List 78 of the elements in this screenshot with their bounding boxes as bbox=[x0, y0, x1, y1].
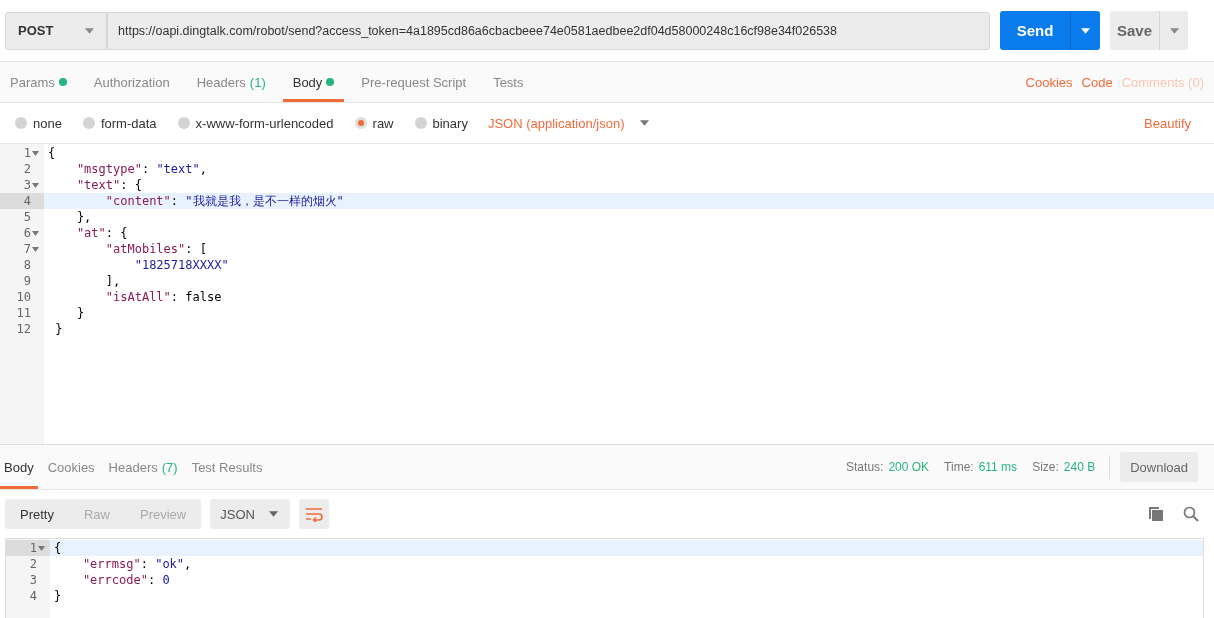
line-number: 2 bbox=[22, 161, 32, 177]
view-mode-tab[interactable]: Pretty bbox=[5, 499, 69, 529]
code-line: "errcode": 0 bbox=[81, 572, 171, 588]
line-number: 1 bbox=[6, 540, 50, 556]
body-type-radio[interactable]: x-www-form-urlencoded bbox=[177, 115, 334, 131]
line-number: 1 bbox=[0, 145, 44, 161]
response-tab[interactable]: Body bbox=[0, 445, 38, 489]
request-tab[interactable]: Authorization bbox=[83, 62, 180, 102]
code-line: } bbox=[54, 321, 64, 337]
caret-icon bbox=[1169, 27, 1179, 34]
code-line: "msgtype": "text", bbox=[75, 161, 208, 177]
url-field[interactable]: https://oapi.dingtalk.com/robot/send?access_token=4a1895cd86a6cbacbeee74e0581aedbee2df04d58000248c16cf98e34f026538 bbox=[107, 11, 990, 50]
caret-icon bbox=[268, 511, 278, 517]
request-tab[interactable]: Headers (1) bbox=[186, 62, 276, 102]
method-dropdown[interactable]: POST bbox=[5, 11, 107, 50]
code-line: } bbox=[53, 588, 63, 604]
code-line: { bbox=[47, 145, 57, 161]
header-link[interactable]: Cookies bbox=[1025, 74, 1073, 90]
header-link[interactable]: Code bbox=[1081, 74, 1113, 90]
fold-caret-icon[interactable] bbox=[38, 545, 45, 551]
body-type-radio[interactable]: none bbox=[15, 115, 62, 131]
send-button[interactable]: Send bbox=[1000, 11, 1070, 50]
request-tab[interactable]: Params bbox=[0, 62, 77, 102]
content-type-dropdown[interactable]: JSON (application/json) bbox=[487, 115, 650, 131]
beautify-link[interactable]: Beautify bbox=[1144, 115, 1199, 131]
fold-caret-icon[interactable] bbox=[32, 182, 39, 188]
line-number: 4 bbox=[28, 588, 38, 604]
send-options-button[interactable] bbox=[1070, 11, 1100, 50]
line-number: 11 bbox=[15, 305, 32, 321]
line-number: 3 bbox=[0, 177, 44, 193]
line-number: 10 bbox=[15, 289, 32, 305]
caret-icon bbox=[640, 120, 650, 126]
format-dropdown[interactable]: JSON bbox=[210, 499, 290, 529]
request-body-editor[interactable]: 1 2 3 4 5 6 7 8 9 10 11 12 { "msgtype": "text", "text": { "content": "我就是我，是不一样的烟火" }, "at": { "atMobiles": [ "1825718XXXX" ], "isAtAll": false } } bbox=[0, 143, 1214, 445]
wrap-lines-icon bbox=[304, 506, 323, 522]
line-number: 5 bbox=[22, 209, 32, 225]
line-number: 12 bbox=[15, 321, 32, 337]
stat-value: 611 ms bbox=[978, 460, 1018, 474]
body-type-radio[interactable]: binary bbox=[414, 115, 468, 131]
fold-caret-icon[interactable] bbox=[32, 150, 39, 156]
code-line: "errmsg": "ok", bbox=[81, 556, 193, 572]
request-tab[interactable]: Pre-request Script bbox=[351, 62, 477, 102]
caret-icon bbox=[1081, 27, 1090, 34]
line-number: 2 bbox=[28, 556, 38, 572]
response-tab[interactable]: Headers (7) bbox=[104, 445, 182, 489]
line-number: 9 bbox=[22, 273, 32, 289]
stat-label: Size: bbox=[1032, 460, 1059, 474]
code-line: "isAtAll": false bbox=[104, 289, 223, 305]
fold-caret-icon[interactable] bbox=[32, 230, 39, 236]
code-line: }, bbox=[75, 209, 93, 225]
search-icon[interactable] bbox=[1183, 506, 1199, 522]
caret-icon bbox=[85, 27, 94, 34]
wrap-lines-button[interactable] bbox=[298, 499, 329, 529]
body-type-radio[interactable]: raw bbox=[354, 115, 394, 131]
line-number: 8 bbox=[22, 257, 32, 273]
response-tab[interactable]: Cookies bbox=[43, 445, 99, 489]
download-button[interactable]: Download bbox=[1120, 452, 1198, 482]
code-line: "1825718XXXX" bbox=[133, 257, 230, 273]
body-type-radio[interactable]: form-data bbox=[82, 115, 157, 131]
line-number: 3 bbox=[28, 572, 38, 588]
line-number: 6 bbox=[0, 225, 44, 241]
stat-label: Status: bbox=[846, 460, 884, 474]
code-line: "at": { bbox=[75, 225, 129, 241]
stat-label: Time: bbox=[944, 460, 974, 474]
code-line: "atMobiles": [ bbox=[104, 241, 208, 257]
request-tab[interactable]: Body bbox=[282, 62, 345, 102]
line-number: 4 bbox=[0, 193, 44, 209]
stat-value: 200 OK bbox=[888, 460, 930, 474]
stat-value: 240 B bbox=[1063, 460, 1096, 474]
code-line: ], bbox=[104, 273, 122, 289]
save-button[interactable]: Save bbox=[1110, 11, 1159, 50]
fold-caret-icon[interactable] bbox=[32, 246, 39, 252]
copy-icon[interactable] bbox=[1148, 506, 1164, 522]
line-number: 7 bbox=[0, 241, 44, 257]
request-tab[interactable]: Tests bbox=[483, 62, 534, 102]
code-line: "text": { bbox=[75, 177, 143, 193]
code-line: } bbox=[75, 305, 86, 321]
response-tab[interactable]: Test Results bbox=[187, 445, 267, 489]
